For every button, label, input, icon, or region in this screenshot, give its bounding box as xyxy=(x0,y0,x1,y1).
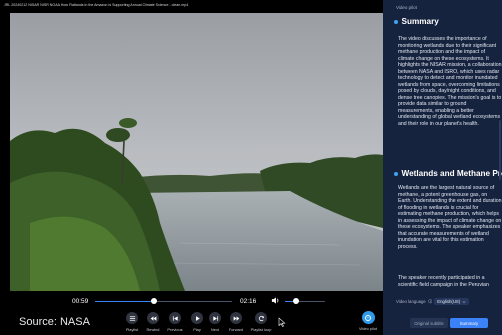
bullet-dot-icon xyxy=(394,19,398,24)
rewind-icon xyxy=(150,315,156,321)
chevron-down-icon xyxy=(462,300,466,303)
panel-scrollbar[interactable] xyxy=(499,120,501,180)
tab-summary[interactable]: Summary xyxy=(450,318,488,328)
progress-knob[interactable] xyxy=(150,298,157,305)
playlist-loop-button[interactable]: Playlist loop xyxy=(249,312,273,332)
forward-label: Forward xyxy=(228,327,244,332)
current-time: 00:59 xyxy=(72,298,89,305)
wetlands-heading-text: Wetlands and Methane Production xyxy=(401,169,502,178)
info-icon[interactable] xyxy=(428,299,433,304)
skip-next-icon xyxy=(212,315,218,321)
progress-fill xyxy=(95,300,154,303)
summary-heading-text: Summary xyxy=(401,17,439,26)
previous-button[interactable]: Previous xyxy=(163,312,187,332)
video-pilot-button[interactable]: Video pilot xyxy=(357,311,379,331)
play-icon xyxy=(195,315,200,321)
fast-forward-icon xyxy=(233,315,239,321)
list-icon xyxy=(129,315,135,321)
language-select[interactable]: English(US) xyxy=(434,298,470,305)
playlist-loop-label: Playlist loop xyxy=(250,327,272,332)
skip-previous-icon xyxy=(172,315,178,321)
loop-icon xyxy=(258,315,264,321)
rewind-label: Rewind xyxy=(146,327,160,332)
progress-bar[interactable] xyxy=(95,298,232,305)
source-label: Source: NASA xyxy=(19,316,90,328)
rewind-button[interactable]: Rewind xyxy=(141,312,165,332)
previous-label: Previous xyxy=(167,327,183,332)
total-time: 02:16 xyxy=(240,298,257,305)
assistant-icon xyxy=(365,314,371,321)
video-file-title: JRL 20240212 NISAR NISR NOAA How Flatlan… xyxy=(4,3,189,7)
summary-heading[interactable]: Summary xyxy=(394,17,439,26)
language-row: Video language English(US) xyxy=(396,298,470,305)
volume-icon[interactable] xyxy=(271,296,280,305)
language-select-value: English(US) xyxy=(437,299,461,304)
volume-knob[interactable] xyxy=(293,298,300,305)
bullet-dot-icon xyxy=(394,171,398,176)
video-pilot-label: Video pilot xyxy=(358,326,378,331)
panel-title: Video pilot xyxy=(396,5,417,10)
summary-text: The video discusses the importance of mo… xyxy=(398,36,502,127)
language-label: Video language xyxy=(396,299,426,304)
forward-button[interactable]: Forward xyxy=(224,312,248,332)
mouse-cursor-icon xyxy=(278,317,286,327)
tall-tree-canopy xyxy=(106,128,130,142)
speaker-text: The speaker recently participated in a s… xyxy=(398,275,489,287)
wetlands-heading[interactable]: Wetlands and Methane Production xyxy=(394,169,502,178)
wetlands-text: Wetlands are the largest natural source … xyxy=(398,185,502,250)
video-player[interactable]: JRL 20240212 NISAR NISR NOAA How Flatlan… xyxy=(0,0,383,335)
tab-original-subtitle[interactable]: Original subtitle xyxy=(410,318,448,328)
video-frame[interactable] xyxy=(10,13,383,291)
volume-slider[interactable] xyxy=(285,298,325,305)
video-pilot-panel: Video pilot Summary The video discusses … xyxy=(383,0,502,335)
